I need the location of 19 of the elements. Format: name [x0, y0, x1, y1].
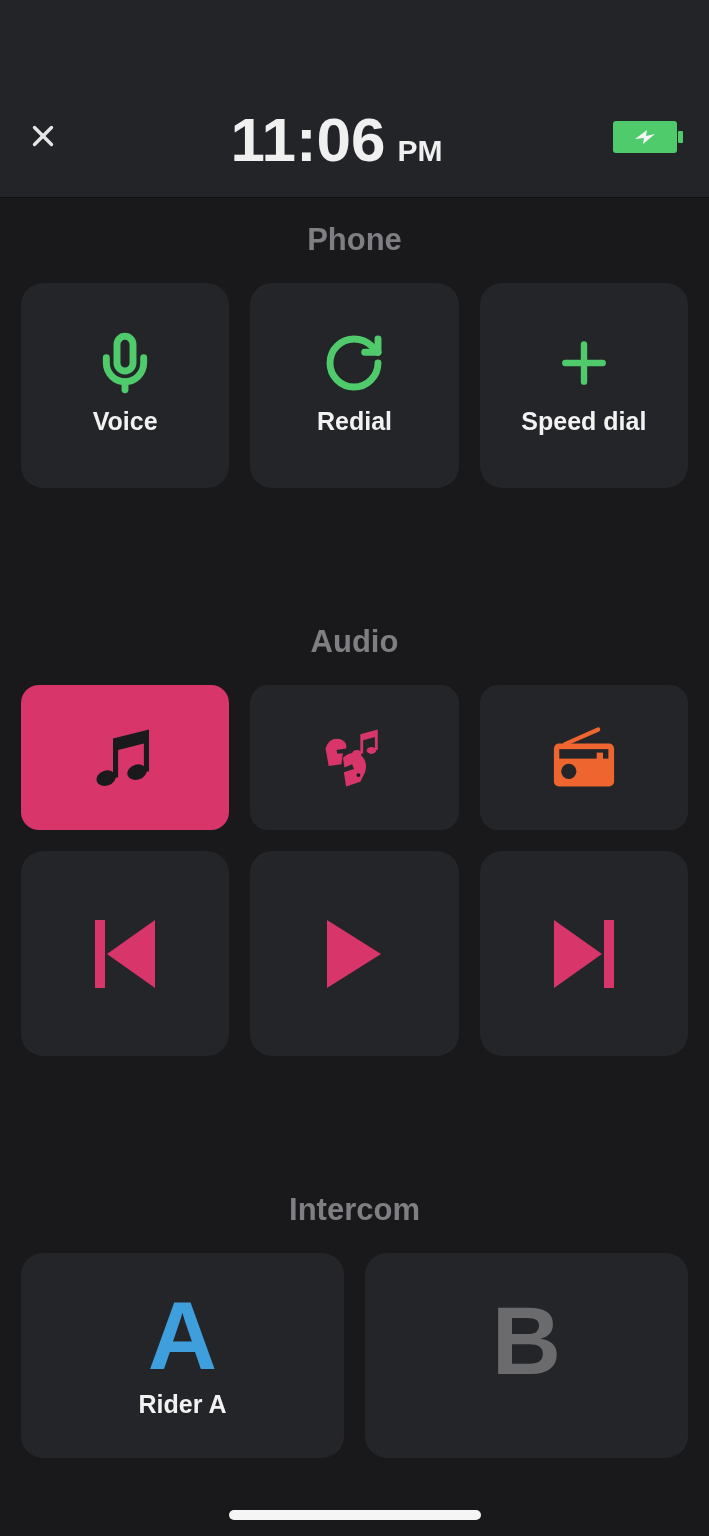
section-title: Intercom: [289, 1191, 420, 1230]
audio-source-button[interactable]: [479, 685, 688, 830]
section-title: Phone: [307, 221, 402, 260]
phone-action-button[interactable]: Redial: [250, 283, 459, 488]
rider-button[interactable]: A Rider A: [21, 1253, 344, 1458]
audio-source-button[interactable]: [21, 685, 230, 830]
playback-button[interactable]: [479, 851, 688, 1056]
skip-back-icon: [95, 919, 156, 988]
phone-action-button[interactable]: Speed dial: [479, 283, 688, 488]
play-icon: [327, 919, 382, 988]
playback-button[interactable]: [250, 851, 459, 1056]
battery-charging-icon: [613, 121, 683, 153]
playback-button[interactable]: [21, 851, 230, 1056]
audio-source-button[interactable]: [250, 685, 459, 830]
phone-action-button[interactable]: Voice: [21, 283, 230, 488]
skip-forward-icon: [553, 919, 614, 988]
clock-meridiem: PM: [397, 136, 443, 166]
section-title: Audio: [310, 623, 399, 662]
clock-time: 11:06: [230, 109, 386, 171]
